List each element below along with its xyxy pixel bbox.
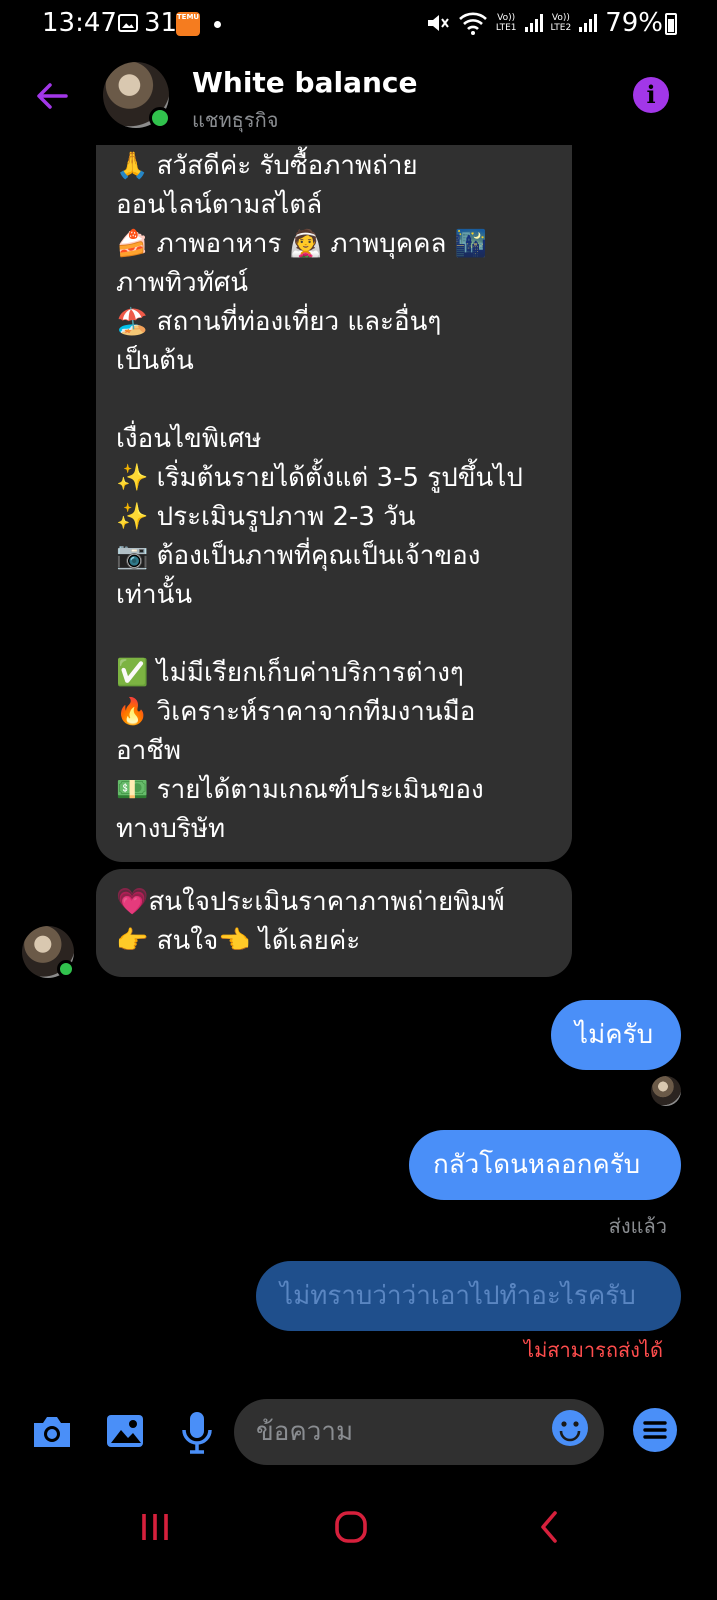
sim2-volte: Vo)) xyxy=(551,13,570,23)
mute-icon xyxy=(427,15,449,31)
status-right-group: Vo)) LTE1 Vo)) LTE2 79% xyxy=(426,8,663,38)
temu-label: TEMU xyxy=(176,13,200,21)
chat-header: White balance แชทธุรกิจ i xyxy=(0,50,717,145)
message-line: 📷 ต้องเป็นภาพที่คุณเป็นเจ้าของ xyxy=(116,541,481,571)
system-navigation-bar xyxy=(0,1490,717,1570)
send-failed-status[interactable]: ไม่สามารถส่งได้ xyxy=(524,1334,663,1366)
message-line: เป็นต้น xyxy=(116,346,194,376)
message-line: 💗สนใจประเมินราคาภาพถ่ายพิมพ์ xyxy=(116,887,505,917)
outgoing-message-text: ไม่ครับ xyxy=(575,1020,654,1050)
incoming-message-bubble[interactable]: 💗สนใจประเมินราคาภาพถ่ายพิมพ์ 👉 สนใจ👈 ได้… xyxy=(96,869,572,977)
message-line: 👉 สนใจ👈 ได้เลยค่ะ xyxy=(116,926,361,956)
signal-sim1-icon xyxy=(524,14,543,32)
signal-sim2-icon xyxy=(579,14,598,32)
outgoing-message-text: กลัวโดนหลอกครับ xyxy=(433,1150,641,1180)
battery-percent: 79% xyxy=(605,8,663,38)
failed-message-text: ไม่ทราบว่าว่าเอาไปทำอะไรครับ xyxy=(280,1281,636,1311)
back-nav-icon[interactable] xyxy=(538,1510,560,1544)
failed-message-bubble[interactable]: ไม่ทราบว่าว่าเอาไปทำอะไรครับ xyxy=(256,1261,681,1331)
menu-icon[interactable] xyxy=(633,1408,677,1452)
status-bar: 13:47 31° TEMU Vo)) LTE1 Vo)) LTE2 79% xyxy=(0,0,717,50)
message-line: เงื่อนไขพิเศษ xyxy=(116,424,262,454)
battery-icon xyxy=(665,13,677,35)
message-line: 🙏 สวัสดีค่ะ รับซื้อภาพถ่าย xyxy=(116,151,418,181)
contact-subtitle: แชทธุรกิจ xyxy=(192,108,279,132)
online-status-dot xyxy=(149,107,171,129)
message-input-placeholder: ข้อความ xyxy=(256,1417,354,1447)
sim2-label: Vo)) LTE2 xyxy=(551,13,572,33)
message-line: เท่านั้น xyxy=(116,580,193,610)
sim1-label: Vo)) LTE1 xyxy=(496,13,517,33)
camera-icon[interactable] xyxy=(30,1413,74,1451)
contact-name[interactable]: White balance xyxy=(192,66,418,99)
back-arrow-icon[interactable] xyxy=(32,76,72,116)
sim1-lte: LTE1 xyxy=(495,23,517,33)
message-line: 🍰 ภาพอาหาร 👰 ภาพบุคคล 🌃 xyxy=(116,229,488,259)
outgoing-message-bubble[interactable]: กลัวโดนหลอกครับ xyxy=(409,1130,681,1200)
message-line: ออนไลน์ตามสไตล์ xyxy=(116,190,323,220)
home-icon[interactable] xyxy=(334,1510,368,1544)
message-line: ✨ เริ่มต้นรายได้ตั้งแต่ 3-5 รูปขึ้นไป xyxy=(116,463,523,493)
message-line: 🏖️ สถานที่ท่องเที่ยว และอื่นๆ xyxy=(116,307,442,337)
more-notifications-dot-icon xyxy=(214,21,221,28)
message-line: อาชีพ xyxy=(116,736,181,766)
sent-status: ส่งแล้ว xyxy=(608,1214,667,1238)
emoji-icon[interactable] xyxy=(552,1410,588,1446)
message-line: ✨ ประเมินรูปภาพ 2-3 วัน xyxy=(116,502,416,532)
incoming-message-bubble[interactable]: 🙏 สวัสดีค่ะ รับซื้อภาพถ่าย ออนไลน์ตามสไต… xyxy=(96,145,572,862)
message-line: ✅ ไม่มีเรียกเก็บค่าบริการต่างๆ xyxy=(116,658,464,688)
wifi-icon xyxy=(458,12,487,35)
message-line: ทางบริษัท xyxy=(116,814,226,844)
sim1-volte: Vo)) xyxy=(497,13,516,23)
status-time: 13:47 xyxy=(42,8,117,38)
info-icon[interactable]: i xyxy=(633,77,669,113)
message-input[interactable]: ข้อความ xyxy=(234,1399,604,1465)
recent-apps-icon[interactable] xyxy=(140,1512,170,1542)
microphone-icon[interactable] xyxy=(180,1410,214,1454)
message-line: ภาพทิวทัศน์ xyxy=(116,268,249,298)
sim2-lte: LTE2 xyxy=(550,23,572,33)
sender-online-dot xyxy=(57,960,75,978)
gallery-icon[interactable] xyxy=(105,1413,145,1449)
gallery-notification-icon xyxy=(118,14,138,32)
outgoing-message-bubble[interactable]: ไม่ครับ xyxy=(551,1000,681,1070)
seen-avatar xyxy=(651,1076,681,1106)
message-composer: ข้อความ xyxy=(0,1395,717,1473)
message-line: 💵 รายได้ตามเกณฑ์ประเมินของ xyxy=(116,775,484,805)
temu-app-icon: TEMU xyxy=(176,12,200,36)
message-line: 🔥 วิเคราะห์ราคาจากทีมงานมือ xyxy=(116,697,476,727)
